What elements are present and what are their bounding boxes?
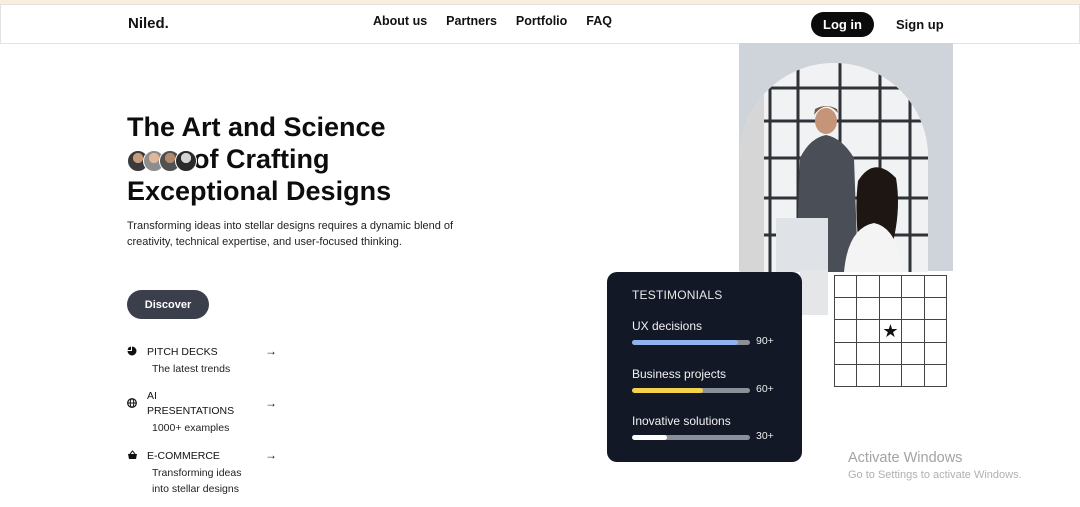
grid-cell	[856, 341, 880, 365]
grid-cell	[923, 274, 948, 299]
grid-cell	[901, 319, 925, 343]
feature-e-commerce[interactable]: E-COMMERCE → Transforming ideas into ste…	[127, 448, 287, 497]
metric-value: 30+	[756, 430, 774, 442]
grid-cell	[901, 363, 925, 388]
feature-title: E-COMMERCE	[147, 450, 220, 462]
grid-cell	[901, 274, 925, 299]
nav-link-partners[interactable]: Partners	[446, 14, 497, 28]
basket-icon	[127, 450, 137, 463]
progress-fill	[632, 435, 668, 440]
grid-cell	[923, 297, 948, 321]
avatar-group	[127, 150, 197, 172]
grid-table: ★	[833, 274, 948, 388]
hero-subtitle: Transforming ideas into stellar designs …	[127, 220, 454, 248]
progress-fill	[632, 388, 703, 393]
feature-desc: 1000+ examples	[152, 422, 230, 434]
metric-value: 60+	[756, 383, 774, 395]
grid-cell	[833, 297, 858, 321]
progress-bar	[632, 340, 750, 345]
metric-ux-decisions: UX decisions 90+	[632, 319, 792, 347]
metric-innovative-solutions: Inovative solutions 30+	[632, 414, 792, 442]
pie-chart-icon	[127, 346, 137, 359]
grid-cell	[923, 319, 948, 343]
team-photo	[740, 63, 928, 272]
nav-link-portfolio[interactable]: Portfolio	[516, 14, 567, 28]
avatar	[175, 150, 197, 172]
hero-title-line-1: The Art and Science	[127, 112, 386, 142]
grid-cell	[878, 363, 903, 388]
progress-bar	[632, 435, 750, 440]
feature-desc: Transforming ideas into stellar designs	[152, 467, 242, 495]
arrow-right-icon[interactable]: →	[265, 396, 277, 410]
grid-cell	[856, 319, 880, 343]
grid-cell	[833, 319, 858, 343]
feature-ai-presentations[interactable]: AI PRESENTATIONS → 1000+ examples	[127, 389, 287, 437]
metric-label: Business projects	[632, 367, 727, 381]
grid-cell	[856, 274, 880, 299]
grid-cell	[856, 297, 880, 321]
grid-cell	[878, 274, 903, 299]
navbar: Niled. About us Partners Portfolio FAQ L…	[0, 4, 1080, 44]
grid-cell	[923, 341, 948, 365]
globe-icon	[127, 398, 137, 411]
nav-link-faq[interactable]: FAQ	[586, 14, 612, 28]
nav-link-about-us[interactable]: About us	[373, 14, 427, 28]
grid-cell	[901, 297, 925, 321]
testimonials-title: TESTIMONIALS	[632, 288, 723, 302]
feature-pitch-decks[interactable]: PITCH DECKS → The latest trends	[127, 344, 287, 375]
testimonials-card: TESTIMONIALS UX decisions 90+ Business p…	[607, 272, 802, 462]
laptop-shape	[800, 270, 828, 315]
progress-fill	[632, 340, 739, 345]
grid-cell	[901, 341, 925, 365]
windows-activation-watermark: Activate Windows Go to Settings to activ…	[848, 450, 1022, 481]
watermark-title: Activate Windows	[848, 450, 963, 466]
hero-title-line-2-wrap: of Crafting	[127, 143, 457, 175]
grid-cell	[923, 363, 948, 388]
arrow-right-icon[interactable]: →	[265, 344, 277, 358]
progress-bar	[632, 388, 750, 393]
discover-button[interactable]: Discover	[127, 290, 209, 319]
metric-label: Inovative solutions	[632, 414, 731, 428]
grid-cell	[856, 363, 880, 388]
signup-button[interactable]: Sign up	[896, 17, 944, 32]
metric-label: UX decisions	[632, 319, 703, 333]
login-button[interactable]: Log in	[811, 12, 874, 37]
star-icon: ★	[878, 319, 903, 343]
grid-cell	[833, 341, 858, 365]
arrow-right-icon[interactable]: →	[265, 448, 277, 462]
star-grid: ★	[833, 274, 948, 388]
hero-title-line-3: Exceptional Designs	[127, 176, 392, 206]
feature-title: AI PRESENTATIONS	[147, 390, 235, 417]
grid-cell	[833, 363, 858, 388]
watermark-subtitle: Go to Settings to activate Windows.	[848, 469, 1022, 481]
grid-cell	[833, 274, 858, 299]
grid-cell	[878, 341, 903, 365]
metric-value: 90+	[756, 335, 774, 347]
grid-cell	[878, 297, 903, 321]
feature-title: PITCH DECKS	[147, 346, 218, 358]
metric-business-projects: Business projects 60+	[632, 367, 792, 395]
hero-title: The Art and Science of Crafting Exceptio…	[127, 111, 457, 207]
nav-links: About us Partners Portfolio FAQ	[373, 14, 612, 28]
logo[interactable]: Niled.	[128, 15, 169, 32]
hero-title-line-2: of Crafting	[193, 144, 330, 174]
feature-desc: The latest trends	[152, 363, 231, 375]
